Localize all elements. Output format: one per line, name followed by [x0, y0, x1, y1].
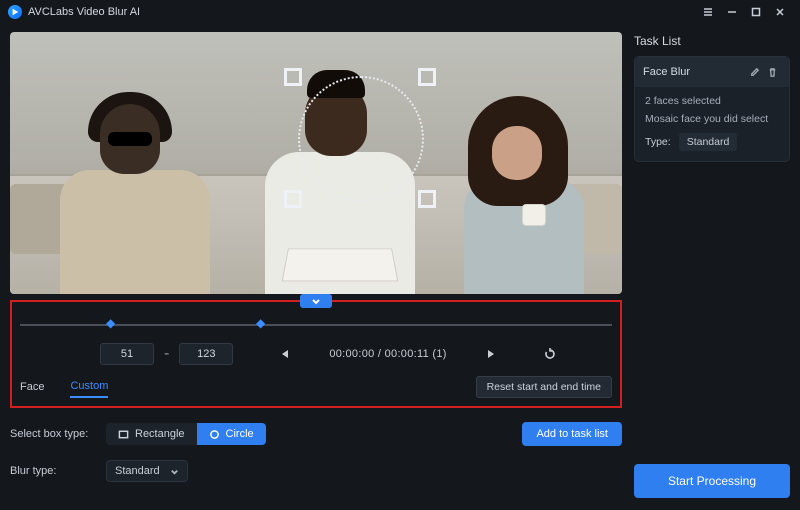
box-type-circle[interactable]: Circle: [197, 423, 266, 445]
blur-type-select[interactable]: Standard: [106, 460, 188, 482]
box-type-segmented: Rectangle Circle: [106, 423, 266, 445]
tab-custom[interactable]: Custom: [70, 376, 108, 398]
task-card: Face Blur 2 faces selected Mosaic face y…: [634, 56, 790, 162]
maximize-button[interactable]: [744, 0, 768, 24]
app-title: AVCLabs Video Blur AI: [28, 6, 140, 18]
task-type-label: Type:: [645, 136, 671, 148]
side-panel: Task List Face Blur 2 faces selected Mos…: [628, 24, 800, 510]
task-type-value: Standard: [679, 133, 738, 151]
reset-time-icon[interactable]: [539, 343, 561, 365]
highlighted-controls: ◆ ◆ - 00:00:00 / 00:00:11 (1): [10, 300, 622, 408]
box-type-circle-label: Circle: [226, 428, 254, 440]
task-description: Mosaic face you did select: [645, 113, 779, 125]
reset-start-end-button[interactable]: Reset start and end time: [476, 376, 612, 398]
next-frame-button[interactable]: [481, 343, 503, 365]
edit-task-button[interactable]: [745, 63, 763, 81]
task-list-heading: Task List: [634, 34, 790, 48]
task-name: Face Blur: [643, 66, 690, 78]
box-type-label: Select box type:: [10, 428, 106, 440]
box-type-rectangle[interactable]: Rectangle: [106, 423, 197, 445]
app-logo-icon: [8, 5, 22, 19]
task-faces-selected: 2 faces selected: [645, 95, 779, 107]
collapse-toggle[interactable]: [300, 294, 332, 308]
titlebar: AVCLabs Video Blur AI: [0, 0, 800, 24]
start-frame-input[interactable]: [100, 343, 154, 365]
blur-type-value: Standard: [115, 465, 160, 477]
range-dash: -: [164, 345, 169, 363]
prev-frame-button[interactable]: [273, 343, 295, 365]
tab-face[interactable]: Face: [20, 377, 44, 397]
chevron-down-icon: [170, 467, 179, 476]
main-panel: ◆ ◆ - 00:00:00 / 00:00:11 (1): [0, 24, 628, 510]
close-button[interactable]: [768, 0, 792, 24]
box-type-rectangle-label: Rectangle: [135, 428, 185, 440]
blur-type-label: Blur type:: [10, 465, 106, 477]
timeline[interactable]: ◆ ◆: [20, 314, 612, 336]
end-frame-input[interactable]: [179, 343, 233, 365]
timeline-marker-start[interactable]: ◆: [106, 316, 118, 328]
video-preview[interactable]: [10, 32, 622, 294]
delete-task-button[interactable]: [763, 63, 781, 81]
add-to-task-list-button[interactable]: Add to task list: [522, 422, 622, 446]
timeline-marker-end[interactable]: ◆: [256, 316, 268, 328]
minimize-button[interactable]: [720, 0, 744, 24]
menu-icon[interactable]: [696, 0, 720, 24]
timecode-display: 00:00:00 / 00:00:11 (1): [329, 348, 446, 360]
start-processing-button[interactable]: Start Processing: [634, 464, 790, 498]
